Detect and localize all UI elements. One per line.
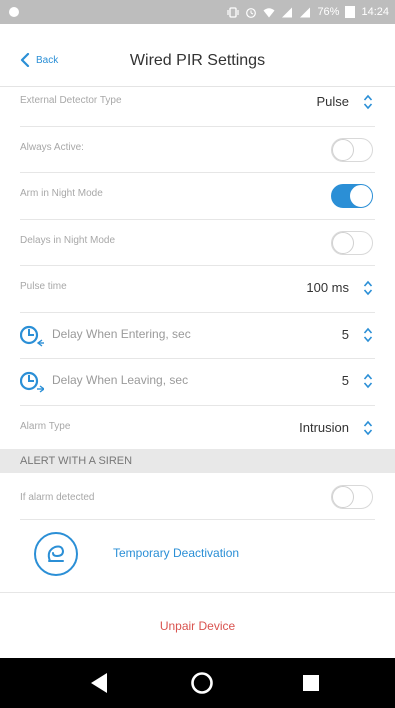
clock-leave-icon [20, 371, 44, 393]
vibrate-icon [227, 6, 240, 18]
if-alarm-detected-label: If alarm detected [20, 492, 95, 503]
unpair-row: Unpair Device [0, 593, 395, 657]
settings-list: External Detector Type Pulse Always Acti… [0, 80, 395, 451]
delays-night-mode-toggle[interactable] [331, 230, 373, 255]
delay-entering-value[interactable]: 5 [342, 327, 349, 342]
deactivation-icon-circle [34, 532, 78, 576]
unpair-device-button[interactable]: Unpair Device [0, 619, 395, 633]
arm-night-mode-row: Arm in Night Mode [20, 173, 375, 220]
clock-enter-icon [20, 325, 44, 347]
external-detector-type-label: External Detector Type [20, 95, 122, 106]
toggle-knob [332, 138, 354, 161]
temporary-deactivation-row[interactable]: Temporary Deactivation [0, 520, 395, 593]
signal-2-icon [300, 7, 311, 17]
toggle-knob [332, 231, 354, 254]
nav-home-icon[interactable] [190, 671, 214, 695]
always-active-label: Always Active: [20, 141, 84, 153]
battery-percent: 76% [317, 6, 340, 18]
delay-entering-row[interactable]: Delay When Entering, sec 5 [20, 313, 375, 359]
siren-section-header: ALERT WITH A SIREN [0, 449, 395, 473]
toggle-knob [350, 185, 372, 207]
siren-section-title: ALERT WITH A SIREN [20, 455, 133, 467]
delays-night-mode-row: Delays in Night Mode [20, 220, 375, 266]
updown-chevron-icon[interactable] [363, 326, 373, 344]
status-icons: 76% 14:24 [227, 6, 389, 18]
battery-icon [345, 6, 356, 18]
header: Back Wired PIR Settings [0, 24, 395, 87]
delay-leaving-row[interactable]: Delay When Leaving, sec 5 [20, 359, 375, 406]
external-detector-type-value[interactable]: Pulse [316, 94, 349, 109]
updown-chevron-icon[interactable] [363, 372, 373, 390]
wifi-icon [263, 7, 275, 17]
alarm-type-label: Alarm Type [20, 420, 71, 432]
alarm-clock-icon [246, 7, 257, 18]
status-time: 14:24 [361, 6, 389, 18]
if-alarm-detected-toggle[interactable] [331, 485, 373, 509]
delay-leaving-value[interactable]: 5 [342, 373, 349, 388]
pulse-time-value[interactable]: 100 ms [306, 280, 349, 295]
delay-entering-label: Delay When Entering, sec [52, 326, 191, 341]
arm-night-mode-toggle[interactable] [331, 184, 373, 208]
always-active-row: Always Active: [20, 127, 375, 173]
external-detector-type-row[interactable]: External Detector Type Pulse [20, 80, 375, 127]
status-bar: 76% 14:24 [0, 0, 395, 24]
temporary-deactivation-link[interactable]: Temporary Deactivation [113, 546, 239, 560]
if-alarm-detected-row: If alarm detected [20, 475, 375, 520]
nav-back-icon[interactable] [89, 672, 109, 694]
delays-night-mode-label: Delays in Night Mode [20, 234, 116, 246]
updown-chevron-icon[interactable] [363, 93, 373, 111]
delay-leaving-label: Delay When Leaving, sec [52, 373, 189, 387]
toggle-knob [332, 486, 354, 508]
updown-chevron-icon[interactable] [363, 279, 373, 297]
alarm-type-value[interactable]: Intrusion [299, 420, 349, 435]
arm-night-mode-label: Arm in Night Mode [20, 188, 103, 199]
deactivation-icon [47, 545, 65, 562]
android-nav-bar [0, 658, 395, 708]
alarm-type-row[interactable]: Alarm Type Intrusion [20, 406, 375, 452]
nav-recents-icon[interactable] [302, 674, 320, 692]
pulse-time-label: Pulse time [20, 281, 67, 292]
pulse-time-row[interactable]: Pulse time 100 ms [20, 266, 375, 313]
updown-chevron-icon[interactable] [363, 419, 373, 437]
notification-dot-icon [9, 7, 19, 17]
always-active-toggle[interactable] [331, 137, 373, 162]
page-title: Wired PIR Settings [129, 52, 266, 69]
signal-icon [282, 7, 293, 17]
